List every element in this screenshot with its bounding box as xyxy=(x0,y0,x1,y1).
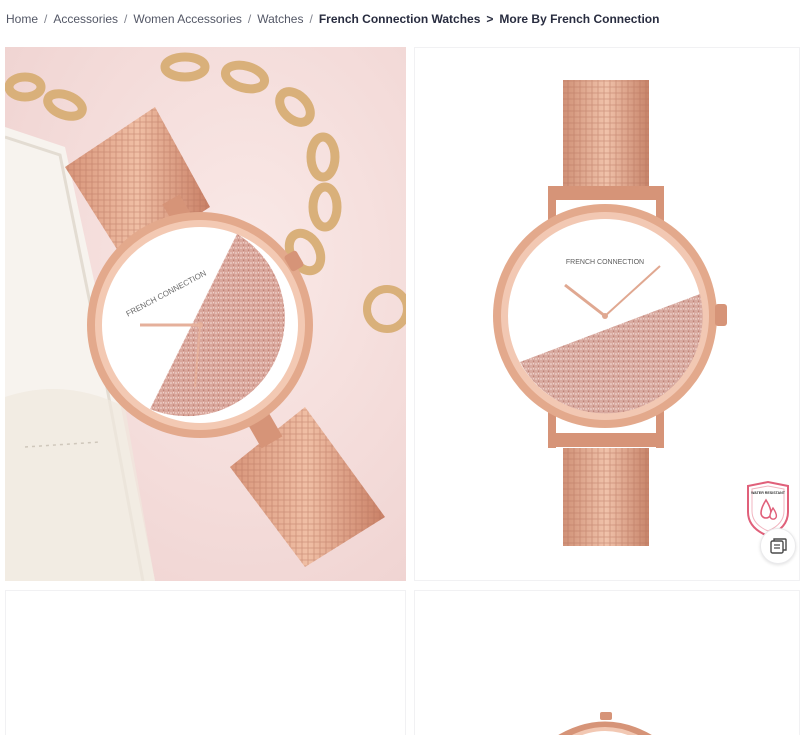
breadcrumb-separator: / xyxy=(44,12,48,26)
water-resistant-text: WATER RESISTANT xyxy=(751,491,786,495)
breadcrumb-separator: / xyxy=(309,12,313,26)
breadcrumb: Home / Accessories / Women Accessories /… xyxy=(6,11,659,27)
watch-partial-illustration xyxy=(558,712,652,735)
similar-icon xyxy=(770,538,787,554)
more-by-brand-link[interactable]: More By French Connection xyxy=(499,12,659,26)
product-image-lifestyle[interactable]: FRENCH CONNECTION xyxy=(5,47,406,581)
breadcrumb-separator: / xyxy=(124,12,128,26)
product-image-3[interactable] xyxy=(5,590,406,735)
breadcrumb-women-accessories-link[interactable]: Women Accessories xyxy=(133,12,242,26)
breadcrumb-brand-watches-link[interactable]: French Connection Watches xyxy=(319,12,481,26)
product-image-4[interactable] xyxy=(414,590,800,735)
view-similar-button[interactable] xyxy=(760,528,796,564)
watch-front-illustration: FRENCH CONNECTION xyxy=(415,48,799,580)
breadcrumb-arrow: > xyxy=(486,12,494,26)
product-image-front[interactable]: FRENCH CONNECTION xyxy=(414,47,800,581)
breadcrumb-home-link[interactable]: Home xyxy=(6,12,38,26)
watch-lifestyle-illustration: FRENCH CONNECTION xyxy=(5,47,406,581)
breadcrumb-accessories-link[interactable]: Accessories xyxy=(53,12,118,26)
breadcrumb-watches-link[interactable]: Watches xyxy=(257,12,303,26)
dial-brand-text: FRENCH CONNECTION xyxy=(566,259,644,266)
breadcrumb-separator: / xyxy=(247,12,252,26)
